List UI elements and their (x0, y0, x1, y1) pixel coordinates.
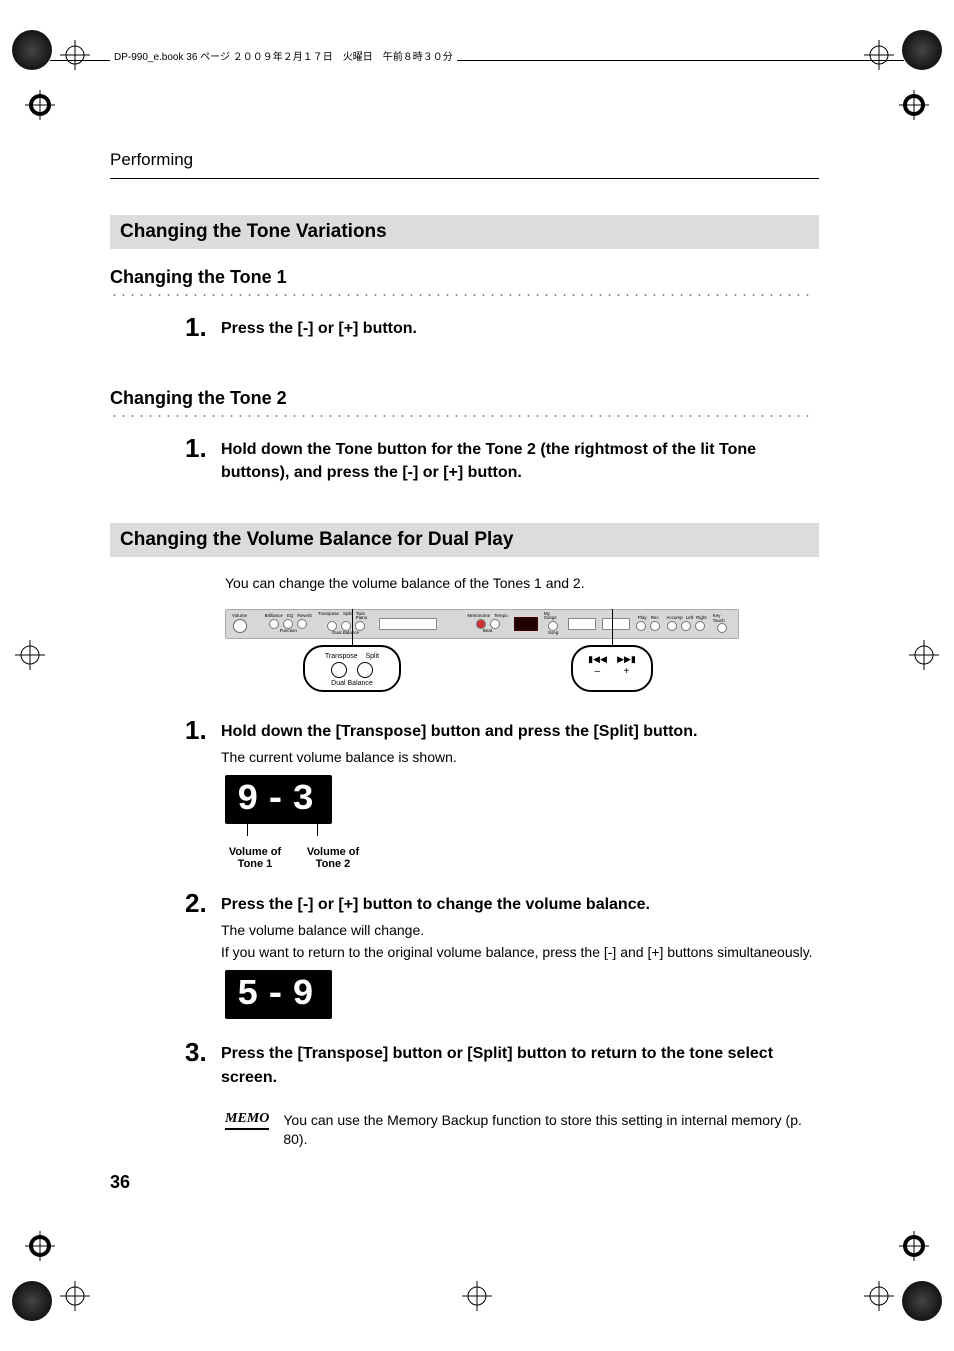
panel-label-function: Function (280, 629, 297, 634)
step-lead: Hold down the Tone button for the Tone 2… (221, 438, 819, 484)
step-row: 1. Hold down the Tone button for the Ton… (185, 435, 819, 484)
panel-label-beat: Beat (483, 629, 492, 634)
crop-gear-icon (12, 30, 52, 70)
registration-target-icon (909, 640, 939, 670)
section-heading-volume-balance: Changing the Volume Balance for Dual Pla… (110, 523, 819, 557)
callout-transpose-split: Transpose Split Dual Balance (303, 645, 401, 692)
running-head: Performing (110, 150, 819, 179)
registration-target-icon (25, 1231, 55, 1261)
memo-icon: MEMO (225, 1111, 269, 1130)
step-desc: The volume balance will change. (221, 922, 819, 938)
step-number: 1. (185, 717, 221, 743)
section-heading-tone-variations: Changing the Tone Variations (110, 215, 819, 249)
button-icon (650, 621, 660, 631)
front-panel-illustration: Volume Brilliance EQ Reverb Funct (225, 609, 819, 692)
page-number: 36 (110, 1172, 130, 1193)
next-icon: ▶▶▮ (617, 655, 636, 665)
memo-text: You can use the Memory Backup function t… (283, 1111, 819, 1150)
display-icon (514, 617, 538, 631)
crop-gear-icon (12, 1281, 52, 1321)
step-row: 2. Press the [-] or [+] button to change… (185, 890, 819, 960)
registration-target-icon (864, 1281, 894, 1311)
registration-target-icon (899, 90, 929, 120)
step-number: 2. (185, 890, 221, 916)
transport-buttons-icon (568, 618, 596, 630)
content: Performing Changing the Tone Variations … (110, 150, 819, 1150)
panel-label-dualbalance: Dual Balance (332, 631, 359, 636)
subheading-tone2: Changing the Tone 2 (110, 388, 819, 409)
panel-label-twinpiano: Twin Piano (356, 612, 374, 621)
subheading-tone1: Changing the Tone 1 (110, 267, 819, 288)
step-row: 1. Press the [-] or [+] button. (185, 314, 819, 340)
button-icon (636, 621, 646, 631)
button-icon (695, 621, 705, 631)
step-desc: The current volume balance is shown. (221, 749, 819, 765)
button-icon (681, 621, 691, 631)
registration-target-icon (899, 1231, 929, 1261)
registration-target-icon (15, 640, 45, 670)
callout-label-top: Transpose Split (315, 653, 389, 661)
panel-label-keytouch: Key Touch (713, 614, 732, 623)
page: DP-990_e.book 36 ページ ２００９年２月１７日 火曜日 午前８時… (0, 0, 954, 1351)
lcd-readout: 5-9 (225, 970, 332, 1019)
callout-minus-plus: ▮◀◀ ▶▶▮ – + (571, 645, 653, 692)
panel-label-split: Split (343, 612, 352, 621)
header-strip: DP-990_e.book 36 ページ ２００９年２月１７日 火曜日 午前８時… (110, 48, 457, 63)
callout-label-bottom: Dual Balance (315, 680, 389, 688)
volume-knob-icon (233, 619, 247, 633)
dotted-rule (110, 292, 810, 298)
registration-target-icon (25, 90, 55, 120)
memo-block: MEMO You can use the Memory Backup funct… (225, 1111, 819, 1150)
button-icon (269, 619, 279, 629)
intro-paragraph: You can change the volume balance of the… (225, 575, 819, 591)
step-row: 1. Hold down the [Transpose] button and … (185, 717, 819, 765)
tone-buttons-icon (379, 618, 437, 630)
step-row: 3. Press the [Transpose] button or [Spli… (185, 1039, 819, 1088)
button-icon (717, 623, 727, 633)
step-lead: Hold down the [Transpose] button and pre… (221, 720, 819, 743)
step-lead: Press the [Transpose] button or [Split] … (221, 1042, 819, 1088)
panel-label-song: Song (548, 631, 559, 636)
lcd-example-2: 5-9 (225, 970, 819, 1019)
step-number: 1. (185, 435, 221, 461)
step-lead: Press the [-] or [+] button to change th… (221, 893, 819, 916)
volume-tone1-label: Volume of Tone 1 (225, 846, 285, 870)
prev-icon: ▮◀◀ (588, 655, 607, 665)
dotted-rule (110, 413, 810, 419)
lcd-readout: 9-3 (225, 775, 332, 824)
registration-target-icon (864, 40, 894, 70)
registration-target-icon (462, 1281, 492, 1311)
panel-label-transpose: Transpose (318, 612, 339, 621)
step-number: 1. (185, 314, 221, 340)
minus-label: – (595, 666, 601, 677)
step-number: 3. (185, 1039, 221, 1065)
crop-gear-icon (902, 1281, 942, 1321)
plus-label: + (624, 666, 630, 677)
volume-tone2-label: Volume of Tone 2 (303, 846, 363, 870)
registration-target-icon (60, 40, 90, 70)
button-icon (297, 619, 307, 629)
step-lead: Press the [-] or [+] button. (221, 317, 819, 340)
registration-target-icon (60, 1281, 90, 1311)
panel-label-mysongs: My Songs (544, 612, 563, 621)
crop-gear-icon (902, 30, 942, 70)
transport-buttons-icon (602, 618, 630, 630)
button-icon (667, 621, 677, 631)
step-desc: If you want to return to the original vo… (221, 944, 819, 960)
lcd-example-1: 9-3 Volume of Tone 1 Volume of Tone 2 (225, 775, 819, 870)
